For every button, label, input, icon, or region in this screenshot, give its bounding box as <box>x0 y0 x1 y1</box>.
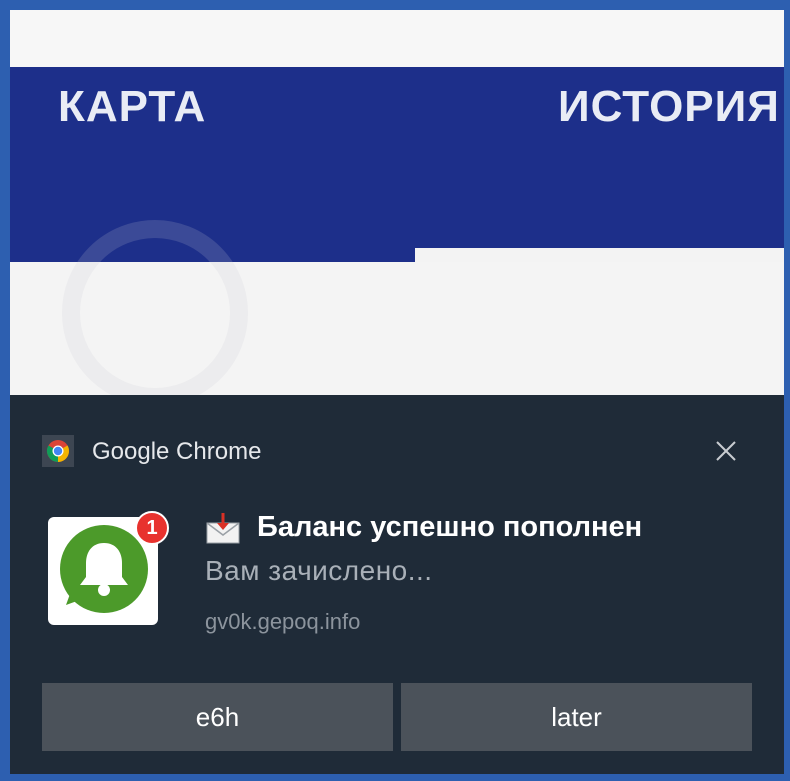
screen: КАРТА ИСТОРИЯ Google Chrome 1 Баланс усп… <box>10 10 784 774</box>
screenshot-frame: КАРТА ИСТОРИЯ Google Chrome 1 Баланс усп… <box>0 0 790 781</box>
notification-count-badge: 1 <box>135 511 169 545</box>
chrome-icon <box>42 435 74 467</box>
notification-title: Баланс успешно пополнен <box>257 511 643 543</box>
nav-item-istoria[interactable]: ИСТОРИЯ <box>558 82 780 132</box>
action-button-e6h[interactable]: e6h <box>42 683 393 751</box>
app-name: Google Chrome <box>92 438 262 465</box>
notification-body: Вам зачислено... <box>205 555 433 586</box>
action-button-later[interactable]: later <box>401 683 752 751</box>
chrome-notification[interactable]: Google Chrome 1 Баланс успешно пополнен … <box>10 395 784 774</box>
watermark-magnifier-icon <box>62 220 248 406</box>
close-icon[interactable] <box>710 435 742 467</box>
notification-source: gv0k.gepoq.info <box>205 609 361 634</box>
envelope-arrow-icon <box>205 513 241 545</box>
nav-divider <box>415 248 784 262</box>
site-top-bar <box>10 10 784 67</box>
nav-item-karta[interactable]: КАРТА <box>58 82 206 132</box>
